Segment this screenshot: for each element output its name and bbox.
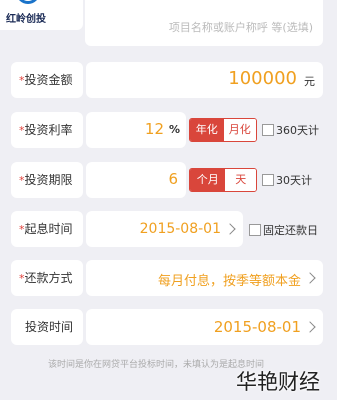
rate-unit: % (168, 123, 180, 136)
rate-360-label: 360天计 (276, 124, 319, 137)
checkbox-box[interactable] (262, 124, 274, 136)
rate-360-checkbox[interactable]: 360天计 (262, 122, 319, 138)
logo-icon (16, 0, 40, 4)
fixed-repay-day-label: 固定还款日 (263, 224, 318, 237)
period-30-checkbox[interactable]: 30天计 (262, 172, 312, 188)
start-date-picker[interactable]: 2015-08-01 (86, 211, 243, 247)
period-label-cell: *投资期限 (11, 162, 83, 198)
chevron-right-icon (304, 272, 316, 284)
invest-date-value: 2015-08-01 (213, 318, 301, 336)
rate-input[interactable]: 12 % (86, 112, 186, 148)
amount-label: 投资金额 (24, 73, 73, 87)
watermark-text: 华艳财经 (236, 370, 320, 394)
chevron-right-icon (224, 223, 236, 235)
invest-date-label-cell: 投资时间 (11, 309, 83, 345)
rate-label: 投资利率 (24, 123, 73, 137)
start-date-label: 起息时间 (24, 222, 73, 236)
rate-annual-option[interactable]: 年化 (190, 119, 224, 141)
rate-value: 12 (144, 120, 164, 138)
chevron-right-icon (304, 321, 316, 333)
period-day-option[interactable]: 天 (225, 169, 256, 191)
invest-date-picker[interactable]: 2015-08-01 (86, 309, 323, 345)
start-date-value: 2015-08-01 (139, 221, 221, 237)
repay-method-value: 每月付息，按季等额本金 (157, 274, 301, 289)
logo-text: 红岭创投 (6, 14, 46, 25)
amount-value: 100000 (228, 68, 297, 89)
checkbox-box[interactable] (262, 174, 274, 186)
period-month-option[interactable]: 个月 (190, 169, 226, 191)
checkbox-box[interactable] (249, 224, 261, 236)
hint-text: 该时间是你在网贷平台投标时间，未填认为是起息时间 (48, 360, 265, 370)
amount-unit: 元 (304, 75, 315, 88)
project-name-placeholder: 项目名称或账户称呼 等(选填) (168, 21, 313, 34)
period-unit-toggle[interactable]: 个月 天 (189, 168, 257, 192)
repay-label-cell: *还款方式 (11, 260, 83, 296)
amount-label-cell: *投资金额 (11, 62, 83, 98)
logo-cell: 红岭创投 (0, 0, 83, 30)
project-name-field[interactable]: 项目名称或账户称呼 等(选填) (85, 0, 323, 46)
period-input[interactable]: 6 (86, 162, 186, 198)
start-date-label-cell: *起息时间 (11, 211, 83, 247)
rate-type-toggle[interactable]: 年化 月化 (189, 118, 257, 142)
invest-date-label: 投资时间 (25, 320, 74, 334)
period-value: 6 (168, 170, 178, 188)
amount-input[interactable]: 100000 元 (86, 62, 323, 98)
repay-method-select[interactable]: 每月付息，按季等额本金 (86, 260, 323, 296)
fixed-repay-day-checkbox[interactable]: 固定还款日 (249, 222, 318, 238)
rate-label-cell: *投资利率 (11, 112, 83, 148)
repay-label: 还款方式 (24, 271, 73, 285)
period-30-label: 30天计 (276, 174, 312, 187)
period-label: 投资期限 (24, 173, 73, 187)
rate-monthly-option[interactable]: 月化 (223, 119, 256, 141)
